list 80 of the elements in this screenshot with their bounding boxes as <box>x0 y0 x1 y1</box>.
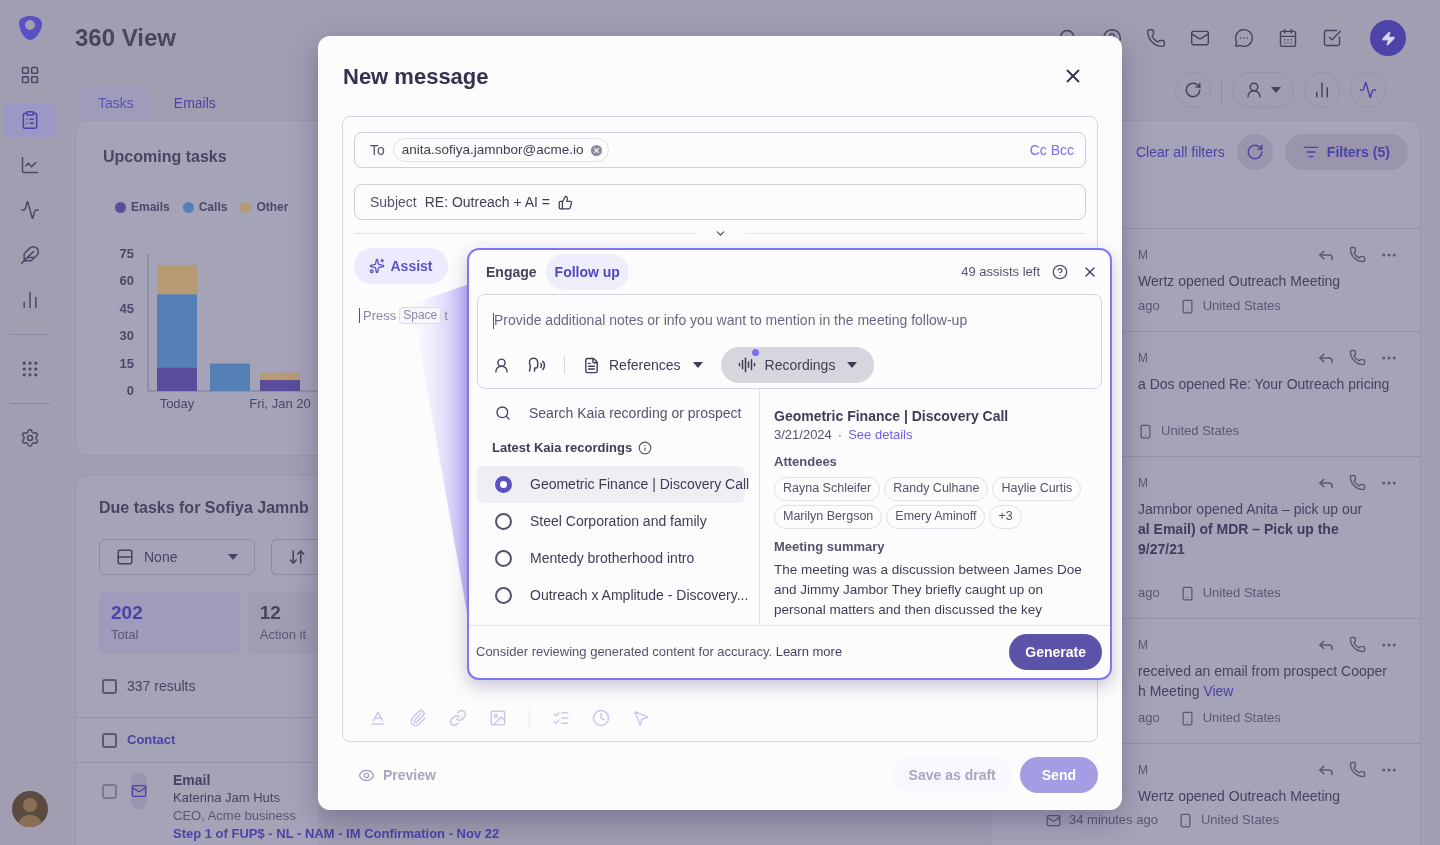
activity-text: 9/27/21 <box>1138 540 1185 558</box>
panel-tab[interactable]: Follow up <box>545 254 629 290</box>
column-header: Contact <box>127 731 176 750</box>
separator-dot: · <box>837 426 843 444</box>
tab[interactable]: Emails <box>157 86 232 120</box>
recording-title: Geometric Finance | Discovery Call <box>774 407 1010 425</box>
activity-text: Wertz opened Outreach Meeting <box>1138 787 1341 805</box>
stat-tile[interactable]: 202 Total <box>99 591 240 654</box>
location: United States <box>1202 709 1281 728</box>
contact-title: CEO, Acme business <box>173 807 296 825</box>
view-link[interactable]: View <box>1203 683 1234 699</box>
section-label: Attendees <box>774 453 838 471</box>
clear-filters-link[interactable]: Clear all filters <box>1136 134 1225 170</box>
generate-button[interactable]: Generate <box>1009 634 1102 670</box>
activity-time: M <box>1138 475 1148 492</box>
card-title: Due tasks for Sofiya Jamnb <box>98 498 310 518</box>
task-type: Email <box>173 771 211 789</box>
legend-label: Other <box>256 199 289 216</box>
activity-time: M <box>1138 350 1148 367</box>
field-label: Subject <box>370 192 417 212</box>
hint-text: t <box>444 307 448 325</box>
legend-label: Calls <box>198 199 228 216</box>
assists-remaining: 49 assists left <box>961 263 1040 282</box>
activity-time: M <box>1138 762 1148 779</box>
learn-more-link[interactable]: Learn more <box>775 644 843 660</box>
time-ago: ago <box>1138 709 1160 728</box>
location: United States <box>1200 811 1279 830</box>
disclaimer: Consider reviewing generated content for accuracy. Learn more <box>476 643 843 662</box>
dialog-title: New message <box>343 62 489 91</box>
axis-label: 30 <box>119 328 134 344</box>
axis-label: 75 <box>119 246 134 261</box>
section-label: Meeting summary <box>774 537 886 556</box>
meeting-summary: The meeting was a discussion between James Doe and Jimmy Jambor They briefly caught up on personal matters and then discussed the key <box>774 561 1083 619</box>
tab[interactable]: Tasks <box>82 86 150 120</box>
field-label: To <box>370 140 385 160</box>
axis-label: 45 <box>119 300 134 316</box>
stat-tile[interactable]: 12 Action it <box>247 591 318 654</box>
axis-label: 60 <box>119 273 134 289</box>
source-dropdown[interactable]: Recordings <box>720 347 875 383</box>
page-title: 360 View <box>75 23 176 54</box>
filters-button[interactable]: Filters (5) <box>1284 134 1408 170</box>
activity-text: Wertz opened Outreach Meeting <box>1138 272 1341 290</box>
activity-text: Jamnbor opened Anita – pick up our <box>1138 500 1363 518</box>
activity-text: h Meeting View <box>1138 682 1234 700</box>
activity-text: received an email from prospect Cooper <box>1138 662 1387 680</box>
section-title: Latest Kaia recordings <box>492 439 633 458</box>
sequence-step-link[interactable]: Step 1 of FUP$ - NL - NAM - IM Confirmation - Nov 22 <box>173 825 500 843</box>
contact-name: Katerina Jam Huts <box>173 789 280 807</box>
activity-time: M <box>1138 247 1148 264</box>
location: United States <box>1202 297 1281 316</box>
activity-text: al Email) of MDR – Pick up the <box>1138 520 1339 538</box>
notes-input[interactable]: Provide additional notes or info you want to mention in the meeting follow-up <box>494 310 1086 331</box>
time-ago: ago <box>1138 584 1160 603</box>
recording-option[interactable]: Mentedy brotherhood intro <box>477 540 745 577</box>
cc-bcc-link[interactable]: Cc Bcc <box>1029 139 1074 161</box>
assist-button[interactable]: Assist <box>354 248 448 284</box>
subject-value: RE: Outreach + AI = <box>424 192 550 212</box>
axis-label: 0 <box>126 383 134 398</box>
axis-label: Fri, Jan 20 <box>249 396 311 411</box>
source-dropdown[interactable]: References <box>583 347 703 383</box>
group-dropdown[interactable]: None <box>99 539 255 575</box>
recording-date: 3/21/2024 <box>774 426 832 444</box>
hint-text: Press <box>363 307 397 325</box>
activity-time: M <box>1138 637 1148 654</box>
panel-tab[interactable]: Engage <box>477 254 546 290</box>
legend-label: Emails <box>131 199 170 216</box>
location: United States <box>1202 584 1281 603</box>
search-input[interactable]: Search Kaia recording or prospect <box>529 402 745 424</box>
axis-label: 15 <box>119 355 134 371</box>
time-ago: ago <box>1138 297 1160 316</box>
recording-option[interactable]: Steel Corporation and family <box>477 503 745 540</box>
activity-text: a Dos opened Re: Your Outreach pricing <box>1138 375 1390 393</box>
see-details-link[interactable]: See details <box>848 425 913 445</box>
results-count: 337 results <box>127 676 196 696</box>
recording-option[interactable]: Outreach x Amplitude - Discovery... <box>477 577 745 614</box>
card-title: Upcoming tasks <box>103 147 228 167</box>
time-ago: 34 minutes ago <box>1069 811 1158 830</box>
axis-label: Today <box>159 396 195 411</box>
key-hint: Space <box>399 307 442 325</box>
location: United States <box>1161 422 1240 441</box>
